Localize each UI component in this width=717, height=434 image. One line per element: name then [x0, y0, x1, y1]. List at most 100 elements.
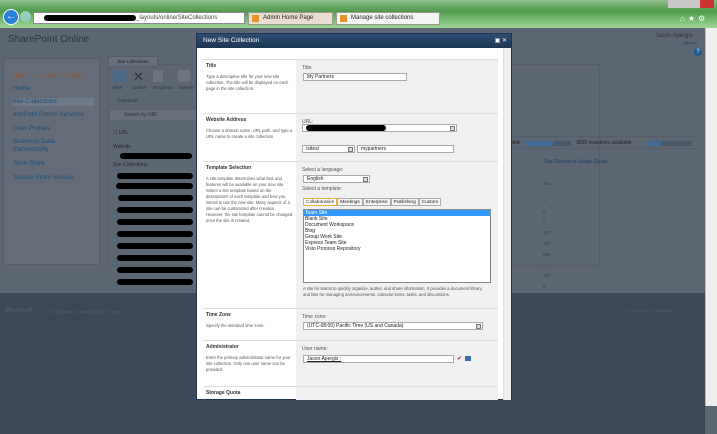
- tab-admin-home[interactable]: Admin Home Page: [248, 12, 333, 25]
- field-label: Title:: [302, 65, 313, 71]
- microsoft-logo: Microsoft: [5, 308, 32, 314]
- template-item[interactable]: Visio Process Repository: [304, 246, 490, 252]
- tab-collaboration[interactable]: Collaboration: [303, 198, 338, 206]
- quota-value: 0: [543, 283, 546, 289]
- redacted-domain: [306, 125, 386, 131]
- value: English: [307, 176, 324, 182]
- timezone-select[interactable]: (UTC-08:00) Pacific Time (US and Canada): [303, 322, 483, 330]
- tab-publishing[interactable]: Publishing: [390, 198, 419, 206]
- close-window-button[interactable]: [700, 0, 714, 8]
- dialog-title: New Site Collection: [203, 37, 260, 44]
- dropdown-arrow-icon: [476, 324, 481, 329]
- browse-icon[interactable]: [465, 356, 471, 361]
- field-label: User name:: [302, 346, 328, 352]
- browser-chrome: ← _layouts/online/SiteCollections Admin …: [0, 0, 717, 28]
- section-heading: Website Address: [206, 117, 247, 123]
- tab-label: Admin Home Page: [263, 15, 314, 21]
- redacted-url: [120, 153, 192, 159]
- owners-icon: [178, 70, 190, 82]
- label: Properties: [153, 85, 174, 90]
- window-controls[interactable]: [668, 0, 714, 8]
- back-button[interactable]: ←: [3, 9, 19, 25]
- redacted-url: [117, 267, 193, 273]
- path-select[interactable]: /sites/: [302, 145, 355, 153]
- page-scrollbar[interactable]: [705, 28, 717, 406]
- left-nav: administration center Home Site Collecti…: [3, 58, 100, 265]
- redacted-url: [117, 219, 193, 225]
- template-description: A site for teams to quickly organize, au…: [303, 286, 483, 297]
- template-section: Template Selection A site template determ…: [203, 161, 498, 308]
- dialog-scrollbar[interactable]: [503, 48, 511, 400]
- language-select[interactable]: English: [303, 175, 370, 183]
- user-menu[interactable]: Jason Apergis: [655, 33, 693, 39]
- home-favorites-tools-icons[interactable]: ⌂★⚙: [680, 14, 708, 23]
- maximize-icon[interactable]: ▣: [495, 38, 501, 44]
- sharepoint-icon: [340, 15, 347, 22]
- nav-bdc[interactable]: Business Data Connectivity: [13, 138, 73, 154]
- label: Delete: [133, 85, 147, 90]
- redacted-domain: [44, 15, 136, 21]
- redacted-url: [117, 243, 193, 249]
- nav-heading: administration center: [13, 71, 88, 80]
- field-label: Select a template:: [302, 186, 343, 192]
- dropdown-arrow-icon: [348, 147, 353, 152]
- properties-button[interactable]: Properties: [153, 70, 174, 90]
- sign-out-link[interactable]: sign out: [683, 40, 697, 45]
- user-name-input[interactable]: Jason Apergis ;: [303, 355, 454, 363]
- section-heading: Administrator: [206, 344, 239, 350]
- administrator-section: Administrator Enter the primary administr…: [203, 340, 498, 386]
- owners-button[interactable]: Owners: [178, 70, 194, 90]
- template-list[interactable]: Team Site Blank Site Document Workspace …: [303, 209, 491, 283]
- nav-secure-store[interactable]: Secure Store Service: [13, 174, 74, 182]
- website-label: Website: [113, 144, 131, 150]
- redacted-url: [117, 207, 193, 213]
- quota-value: 0: [543, 208, 546, 214]
- quota-value: 400: [543, 272, 551, 278]
- tab-enterprise[interactable]: Enterprise: [362, 198, 391, 206]
- tab-meetings[interactable]: Meetings: [337, 198, 363, 206]
- search-url-input[interactable]: Search by URL: [110, 110, 200, 120]
- domain-select[interactable]: [302, 124, 457, 132]
- dialog-body: Title Type a descriptive title for your n…: [197, 48, 503, 400]
- quota-value: 0: [543, 198, 546, 203]
- redacted-url: [117, 255, 193, 261]
- section-desc: Choose a domain name, URL path, and type…: [206, 128, 293, 139]
- nav-site-collections[interactable]: Site Collections: [12, 98, 94, 106]
- nav-user-profiles[interactable]: User Profiles: [13, 125, 50, 133]
- close-icon[interactable]: ✕: [502, 38, 507, 44]
- new-button[interactable]: New: [113, 70, 125, 90]
- quota-value: 300: [543, 240, 551, 246]
- title-section: Title Type a descriptive title for your n…: [203, 59, 498, 113]
- title-input[interactable]: My Partners: [303, 73, 407, 81]
- help-icon[interactable]: ?: [694, 48, 702, 56]
- redacted-url: [117, 279, 193, 285]
- nav-term-store[interactable]: Term Store: [13, 160, 45, 168]
- section-heading: Time Zone: [206, 312, 231, 318]
- redacted-url: [116, 183, 193, 189]
- section-heading: Template Selection: [206, 165, 252, 171]
- check-names-icon[interactable]: ✔: [457, 355, 462, 362]
- tab-site-collections[interactable]: Site Collections: [108, 56, 158, 67]
- sharepoint-icon: [252, 15, 259, 22]
- section-desc: Specify the standard time zone.: [206, 323, 265, 328]
- resources-left-meter: [526, 141, 571, 146]
- tab-custom[interactable]: Custom: [418, 198, 442, 206]
- url-column[interactable]: ☐ URL: [113, 130, 129, 136]
- tab-manage-site-collections[interactable]: Manage site collections: [336, 12, 440, 25]
- section-heading: Title: [206, 63, 217, 69]
- section-heading: Storage Quota: [206, 390, 241, 396]
- nav-infopath[interactable]: InfoPath Forms Services: [13, 111, 84, 119]
- url-name-input[interactable]: mypartners: [357, 145, 454, 153]
- footer-links[interactable]: Community | Feedback: [627, 308, 673, 313]
- nav-home[interactable]: Home: [13, 85, 30, 93]
- forward-button[interactable]: [20, 11, 31, 22]
- quota-value: 600: [543, 251, 551, 257]
- dropdown-arrow-icon: [363, 177, 368, 182]
- label: Owners: [178, 85, 194, 90]
- section-desc: Type a descriptive title for your new si…: [206, 74, 289, 91]
- address-bar[interactable]: _layouts/online/SiteCollections: [33, 12, 245, 24]
- delete-button[interactable]: ✕ Delete: [133, 70, 146, 90]
- resources-bar: lable 3600 resources available: [500, 136, 700, 149]
- quota-value: 300: [543, 181, 551, 186]
- quota-column-header[interactable]: Total Resource Usage Quota: [543, 159, 607, 165]
